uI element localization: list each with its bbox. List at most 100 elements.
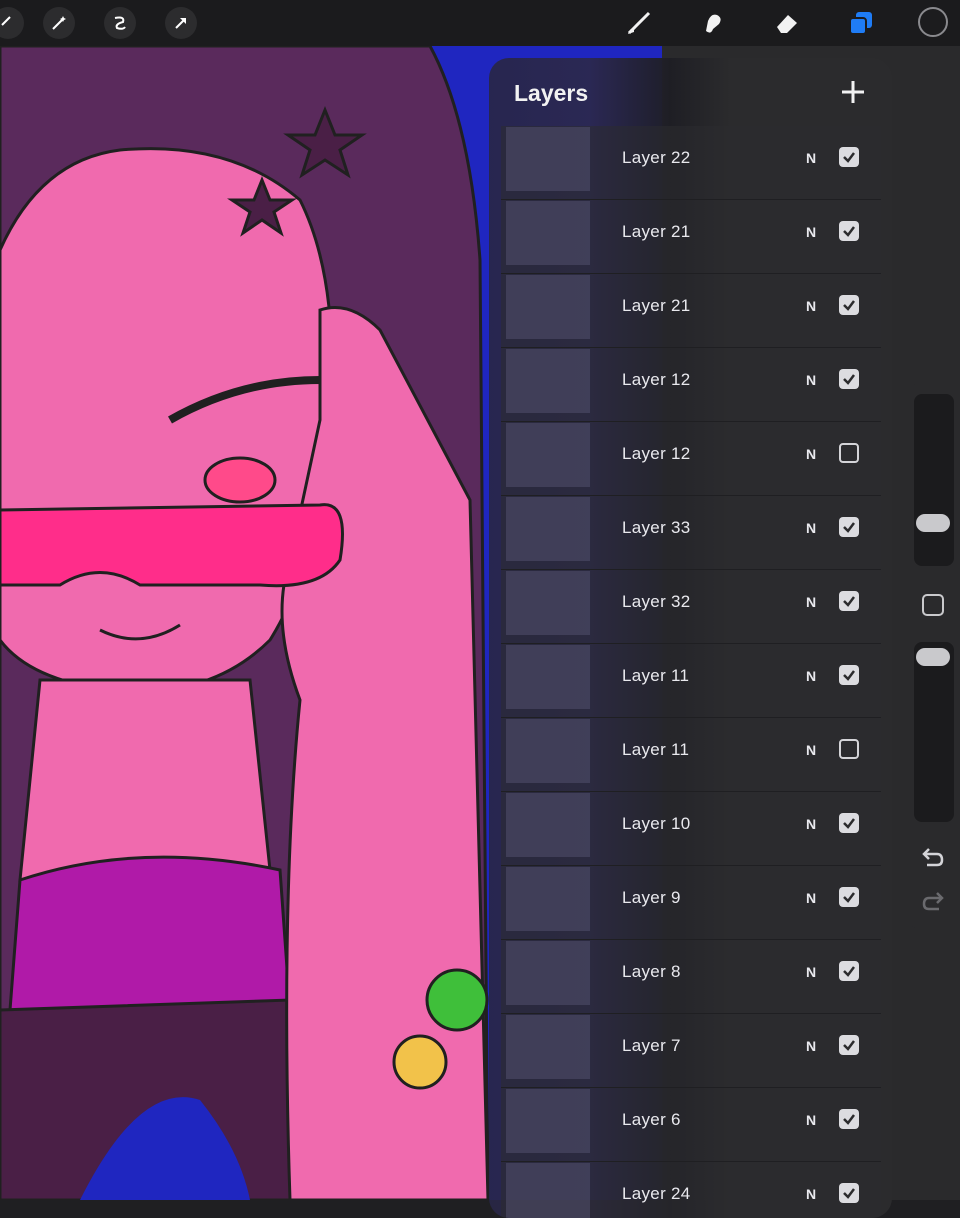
- layer-name: Layer 21: [622, 296, 691, 315]
- smudge-icon[interactable]: [696, 6, 730, 40]
- layer-thumbnail[interactable]: [506, 1089, 590, 1153]
- layer-name: Layer 22: [622, 148, 691, 167]
- checkmark-icon: [843, 1040, 855, 1051]
- layer-thumbnail[interactable]: [506, 497, 590, 561]
- checkmark-icon: [843, 818, 855, 829]
- layer-thumbnail[interactable]: [506, 645, 590, 709]
- brush-size-knob[interactable]: [916, 514, 950, 532]
- layer-blend-mode-button[interactable]: N: [806, 816, 816, 832]
- layer-blend-mode-button[interactable]: N: [806, 372, 816, 388]
- layer-blend-mode-button[interactable]: N: [806, 520, 816, 536]
- layer-row[interactable]: Layer 7 N: [501, 1014, 881, 1088]
- layer-thumbnail[interactable]: [506, 1015, 590, 1079]
- color-well[interactable]: [918, 7, 948, 37]
- layer-visibility-checkbox[interactable]: [839, 591, 859, 611]
- art-sticker-yellow: [392, 1034, 448, 1090]
- layer-row[interactable]: Layer 21 N: [501, 200, 881, 274]
- layer-name: Layer 21: [622, 222, 691, 241]
- layer-thumbnail[interactable]: [506, 867, 590, 931]
- layer-visibility-checkbox[interactable]: [839, 147, 859, 167]
- layer-visibility-checkbox[interactable]: [839, 369, 859, 389]
- layer-visibility-checkbox[interactable]: [839, 1109, 859, 1129]
- transform-arrow-icon[interactable]: [165, 7, 197, 39]
- side-sliders-bar: [906, 384, 960, 928]
- layer-thumbnail[interactable]: [506, 719, 590, 783]
- layer-thumbnail[interactable]: [506, 793, 590, 857]
- layers-icon[interactable]: [844, 6, 878, 40]
- layer-blend-mode-button[interactable]: N: [806, 890, 816, 906]
- magic-wand-icon[interactable]: [43, 7, 75, 39]
- opacity-knob[interactable]: [916, 648, 950, 666]
- checkmark-icon: [843, 226, 855, 237]
- layer-row[interactable]: Layer 11 N: [501, 718, 881, 792]
- layer-blend-mode-button[interactable]: N: [806, 224, 816, 240]
- modify-button[interactable]: [922, 594, 944, 616]
- undo-icon[interactable]: [921, 846, 945, 873]
- layer-name: Layer 24: [622, 1184, 691, 1203]
- layer-row[interactable]: Layer 22 N: [501, 126, 881, 200]
- layer-visibility-checkbox[interactable]: [839, 887, 859, 907]
- layer-name: Layer 12: [622, 444, 691, 463]
- layer-thumbnail[interactable]: [506, 127, 590, 191]
- checkmark-icon: [843, 300, 855, 311]
- layer-row[interactable]: Layer 11 N: [501, 644, 881, 718]
- layer-thumbnail[interactable]: [506, 201, 590, 265]
- layer-thumbnail[interactable]: [506, 941, 590, 1005]
- layer-blend-mode-button[interactable]: N: [806, 150, 816, 166]
- opacity-slider[interactable]: [914, 642, 954, 822]
- checkmark-icon: [843, 966, 855, 977]
- layer-visibility-checkbox[interactable]: [839, 665, 859, 685]
- layers-panel: Layers Layer 22 N Layer 21 N Layer 21 N Layer …: [489, 58, 892, 1218]
- layer-row[interactable]: Layer 21 N: [501, 274, 881, 348]
- art-glasses: [0, 503, 344, 588]
- checkmark-icon: [843, 1114, 855, 1125]
- layer-thumbnail[interactable]: [506, 275, 590, 339]
- art-eye: [203, 456, 277, 504]
- layer-row[interactable]: Layer 24 N: [501, 1162, 881, 1218]
- checkmark-icon: [843, 374, 855, 385]
- layer-thumbnail[interactable]: [506, 423, 590, 487]
- layer-row[interactable]: Layer 12 N: [501, 348, 881, 422]
- layer-row[interactable]: Layer 33 N: [501, 496, 881, 570]
- layer-thumbnail[interactable]: [506, 571, 590, 635]
- layer-visibility-checkbox[interactable]: [839, 739, 859, 759]
- layer-visibility-checkbox[interactable]: [839, 221, 859, 241]
- brush-icon[interactable]: [622, 6, 656, 40]
- eraser-icon[interactable]: [770, 6, 804, 40]
- layer-blend-mode-button[interactable]: N: [806, 668, 816, 684]
- layer-name: Layer 9: [622, 888, 681, 907]
- layer-thumbnail[interactable]: [506, 1163, 590, 1218]
- layer-visibility-checkbox[interactable]: [839, 1183, 859, 1203]
- layer-visibility-checkbox[interactable]: [839, 295, 859, 315]
- plus-icon[interactable]: [839, 78, 867, 106]
- layer-blend-mode-button[interactable]: N: [806, 742, 816, 758]
- layer-blend-mode-button[interactable]: N: [806, 964, 816, 980]
- wrench-icon[interactable]: [0, 7, 24, 39]
- layer-row[interactable]: Layer 12 N: [501, 422, 881, 496]
- checkmark-icon: [843, 670, 855, 681]
- layer-blend-mode-button[interactable]: N: [806, 594, 816, 610]
- redo-icon[interactable]: [921, 890, 945, 917]
- layer-visibility-checkbox[interactable]: [839, 443, 859, 463]
- layer-blend-mode-button[interactable]: N: [806, 298, 816, 314]
- brush-size-slider[interactable]: [914, 394, 954, 566]
- layer-blend-mode-button[interactable]: N: [806, 1038, 816, 1054]
- layer-blend-mode-button[interactable]: N: [806, 1112, 816, 1128]
- layer-name: Layer 7: [622, 1036, 681, 1055]
- layer-row[interactable]: Layer 6 N: [501, 1088, 881, 1162]
- layer-visibility-checkbox[interactable]: [839, 1035, 859, 1055]
- layer-name: Layer 10: [622, 814, 691, 833]
- layer-row[interactable]: Layer 8 N: [501, 940, 881, 1014]
- layers-panel-title: Layers: [514, 80, 589, 106]
- layer-blend-mode-button[interactable]: N: [806, 446, 816, 462]
- layer-name: Layer 8: [622, 962, 681, 981]
- selection-icon[interactable]: [104, 7, 136, 39]
- layer-row[interactable]: Layer 9 N: [501, 866, 881, 940]
- checkmark-icon: [843, 596, 855, 607]
- layer-thumbnail[interactable]: [506, 349, 590, 413]
- layer-visibility-checkbox[interactable]: [839, 813, 859, 833]
- layer-visibility-checkbox[interactable]: [839, 961, 859, 981]
- layer-visibility-checkbox[interactable]: [839, 517, 859, 537]
- layer-row[interactable]: Layer 10 N: [501, 792, 881, 866]
- layer-row[interactable]: Layer 32 N: [501, 570, 881, 644]
